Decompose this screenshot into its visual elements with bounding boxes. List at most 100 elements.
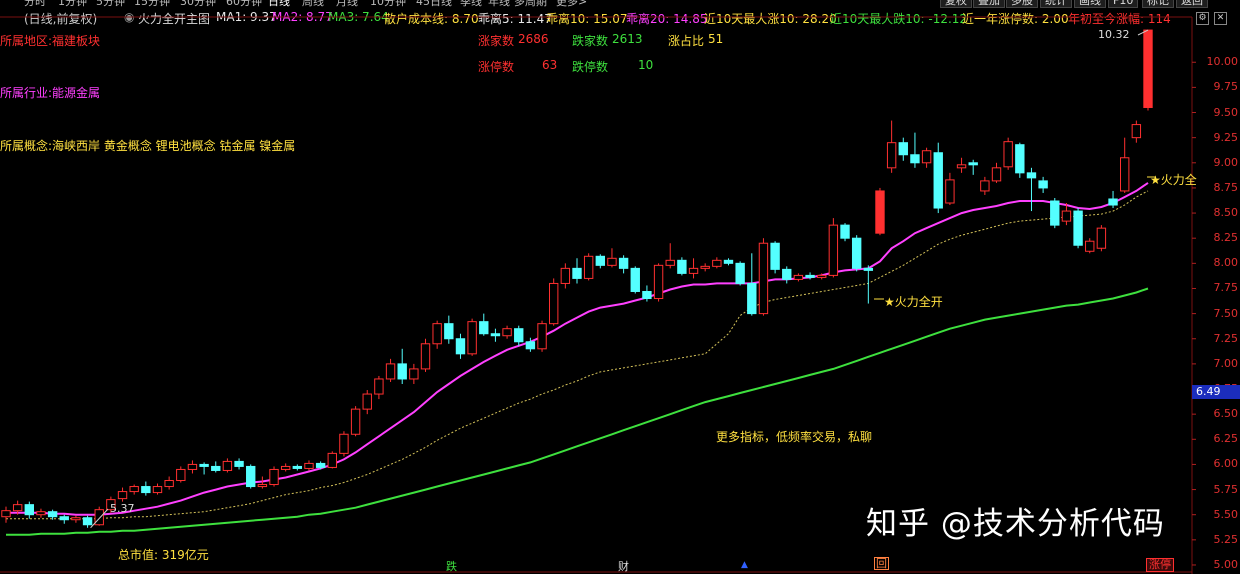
y-tick-label-0: 5.00	[1213, 557, 1239, 571]
candle-body-57	[665, 259, 675, 266]
footer-mark-return[interactable]: 回	[874, 557, 889, 570]
ma-fast-line	[6, 182, 1149, 516]
footer-mark-limit-up[interactable]: 涨停	[1146, 558, 1174, 572]
candle-body-51	[595, 255, 606, 266]
candle-body-88	[1026, 172, 1037, 179]
candle-body-96	[1119, 157, 1130, 192]
y-tick-label-17: 9.25	[1213, 130, 1239, 144]
candle-body-73	[851, 237, 862, 269]
candle-body-36	[420, 343, 431, 370]
candle-body-42	[490, 333, 501, 337]
y-tick-label-8: 7.00	[1213, 356, 1239, 370]
candle-body-26	[304, 462, 314, 469]
y-tick-label-4: 6.00	[1213, 457, 1239, 471]
y-tick-label-15: 8.75	[1213, 180, 1239, 194]
candle-body-10	[117, 491, 128, 500]
y-tick-label-19: 9.75	[1213, 80, 1239, 94]
footer-mark-down[interactable]: 跌	[446, 558, 457, 574]
candle-body-35	[409, 368, 419, 380]
current-price-marker: 6.49	[1192, 385, 1240, 399]
candle-body-37	[432, 323, 442, 345]
candle-body-66	[770, 242, 780, 270]
candle-body-13	[152, 486, 163, 494]
candle-body-81	[945, 179, 955, 204]
candle-body-17	[199, 463, 209, 467]
candle-body-4	[47, 511, 58, 518]
candle-body-60	[700, 265, 710, 269]
y-tick-label-14: 8.50	[1213, 206, 1239, 220]
signal-candle-fill	[875, 190, 885, 234]
candle-body-47	[548, 282, 559, 325]
high-price-label: 10.32	[1098, 28, 1130, 41]
candle-body-38	[444, 323, 454, 340]
footer-mark-triangle[interactable]: ▲	[741, 560, 748, 570]
candle-body-44	[514, 328, 524, 343]
candle-body-5	[59, 516, 69, 521]
y-tick-label-3: 5.75	[1213, 482, 1239, 496]
y-tick-label-18: 9.50	[1213, 105, 1239, 119]
candle-body-87	[1015, 144, 1025, 174]
candle-body-91	[1061, 210, 1072, 222]
candle-body-92	[1073, 210, 1083, 246]
y-tick-label-12: 8.00	[1213, 256, 1239, 270]
candle-body-97	[1131, 124, 1142, 139]
y-tick-label-11: 7.75	[1213, 281, 1239, 295]
candle-body-33	[385, 363, 396, 380]
candle-body-3	[36, 511, 46, 516]
candle-body-90	[1050, 200, 1060, 226]
candle-body-58	[677, 259, 687, 274]
y-tick-label-9: 7.25	[1213, 331, 1239, 345]
y-tick-label-16: 9.00	[1213, 155, 1239, 169]
footer-mark-finance[interactable]: 财	[618, 558, 629, 574]
candle-body-11	[129, 486, 139, 493]
signal-label-right: ★火力全	[1150, 173, 1197, 187]
candle-body-76	[886, 142, 897, 169]
y-tick-label-6: 6.50	[1213, 407, 1239, 421]
candle-body-30	[350, 408, 361, 435]
candle-body-64	[747, 282, 757, 315]
candle-body-86	[1003, 141, 1013, 168]
watermark: 知乎 @技术分析代码	[866, 506, 1165, 542]
candle-body-43	[502, 328, 512, 337]
candle-body-12	[141, 486, 151, 494]
candle-body-40	[467, 321, 477, 355]
y-tick-label-2: 5.50	[1213, 507, 1239, 521]
candle-body-78	[910, 154, 920, 164]
candle-body-61	[712, 259, 722, 267]
candle-body-53	[618, 257, 629, 269]
candle-body-31	[362, 393, 372, 410]
candle-body-79	[921, 150, 932, 164]
candle-body-83	[968, 162, 978, 166]
candle-body-56	[653, 264, 664, 300]
y-tick-label-1: 5.25	[1213, 532, 1239, 546]
candle-body-14	[164, 480, 174, 488]
candle-body-80	[933, 152, 943, 209]
candle-body-45	[525, 341, 536, 350]
candle-body-94	[1096, 227, 1107, 249]
candle-body-70	[817, 274, 827, 278]
candlestick-chart[interactable]	[0, 0, 1240, 574]
market-cap: 总市值: 319亿元	[118, 548, 209, 562]
candle-body-95	[1108, 198, 1118, 206]
candle-body-21	[246, 465, 256, 488]
candle-body-39	[455, 338, 466, 355]
limit-up-candle-fill	[1143, 30, 1153, 108]
candle-body-19	[222, 460, 233, 471]
candle-body-32	[374, 378, 384, 395]
candle-body-93	[1085, 240, 1095, 252]
candle-body-29	[339, 433, 349, 454]
candle-body-2	[24, 504, 35, 516]
candle-body-15	[176, 468, 186, 482]
candle-body-55	[642, 290, 652, 300]
candle-body-68	[793, 274, 804, 280]
candle-body-63	[735, 262, 745, 284]
candle-body-20	[234, 460, 244, 467]
candle-body-24	[280, 465, 291, 470]
candle-body-28	[327, 452, 337, 468]
candle-body-54	[630, 267, 640, 292]
candle-body-25	[292, 465, 303, 469]
candle-body-69	[805, 274, 815, 278]
y-tick-label-5: 6.25	[1213, 432, 1239, 446]
candle-body-67	[782, 268, 792, 280]
candle-body-34	[397, 363, 407, 380]
